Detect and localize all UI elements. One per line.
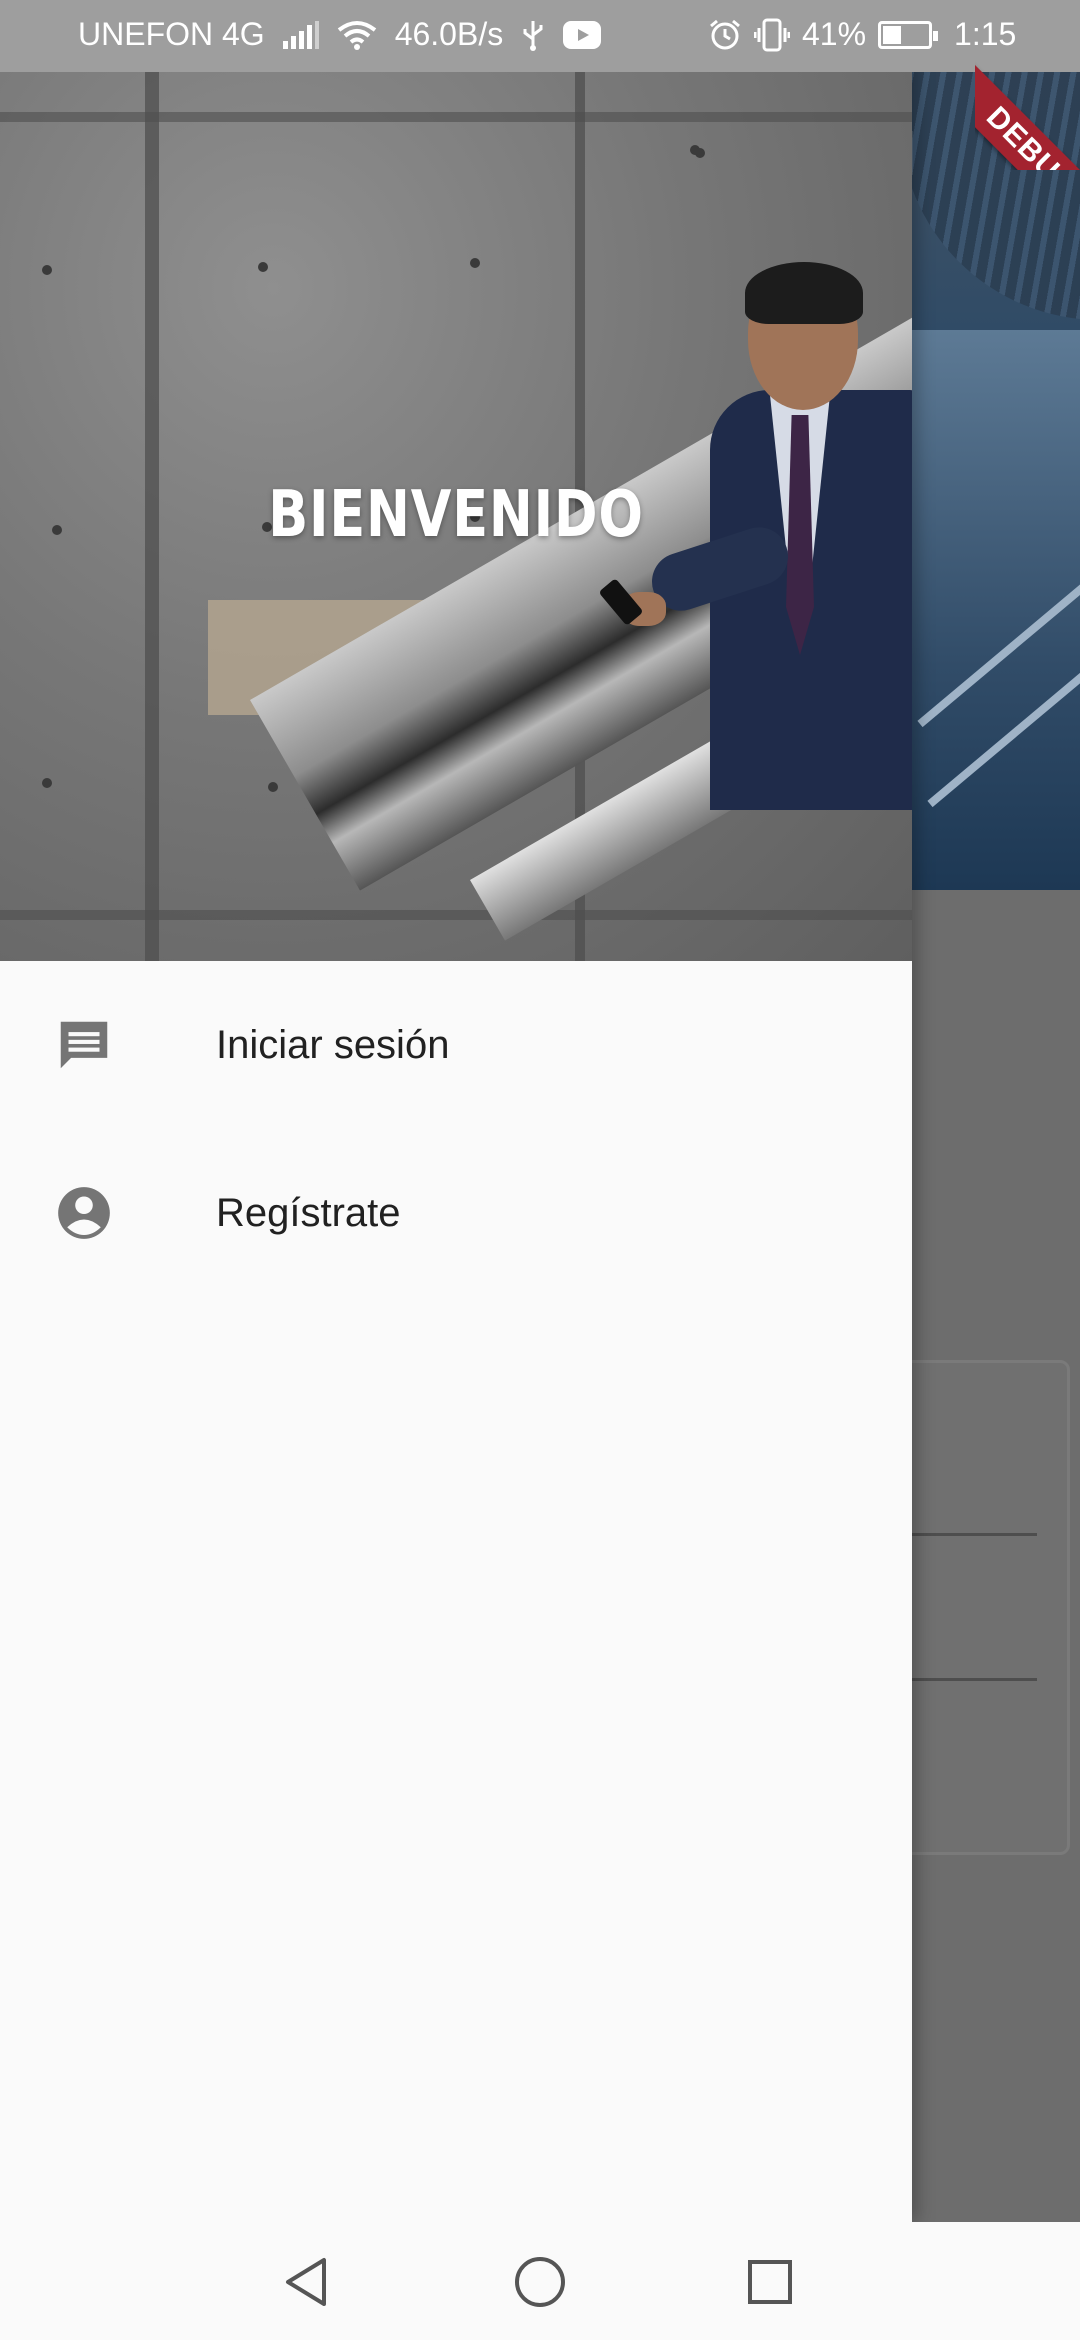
debug-banner: DEBUG bbox=[975, 0, 1080, 170]
vibrate-icon bbox=[754, 18, 790, 51]
youtube-icon bbox=[563, 20, 602, 49]
battery-icon bbox=[878, 20, 939, 49]
carrier-label: UNEFON 4G bbox=[78, 16, 265, 52]
status-bar: UNEFON 4G 46.0B/s 41% 1:15 bbox=[0, 0, 1080, 72]
network-speed: 46.0B/s bbox=[394, 16, 504, 52]
wifi-icon bbox=[337, 20, 376, 50]
back-icon[interactable] bbox=[276, 2250, 340, 2314]
debug-banner-label: DEBUG bbox=[975, 45, 1080, 170]
battery-percent: 41% bbox=[802, 16, 867, 52]
system-navigation-bar bbox=[0, 2222, 1080, 2340]
recents-icon[interactable] bbox=[738, 2250, 802, 2314]
home-icon[interactable] bbox=[508, 2250, 572, 2314]
menu-item-label: Regístrate bbox=[216, 1190, 401, 1235]
navigation-drawer[interactable]: BIENVENIDO Iniciar sesión Regístrate bbox=[0, 0, 912, 2222]
menu-item-login[interactable]: Iniciar sesión bbox=[0, 970, 912, 1120]
signal-icon bbox=[282, 20, 319, 49]
account-circle-icon bbox=[58, 1187, 110, 1239]
chat-message-icon bbox=[60, 1021, 108, 1069]
drawer-header-title: BIENVENIDO bbox=[268, 478, 644, 552]
drawer-header: BIENVENIDO bbox=[0, 0, 912, 961]
menu-item-register[interactable]: Regístrate bbox=[0, 1138, 912, 1288]
usb-icon bbox=[523, 20, 543, 51]
menu-item-label: Iniciar sesión bbox=[216, 1022, 450, 1067]
alarm-icon bbox=[710, 19, 740, 49]
